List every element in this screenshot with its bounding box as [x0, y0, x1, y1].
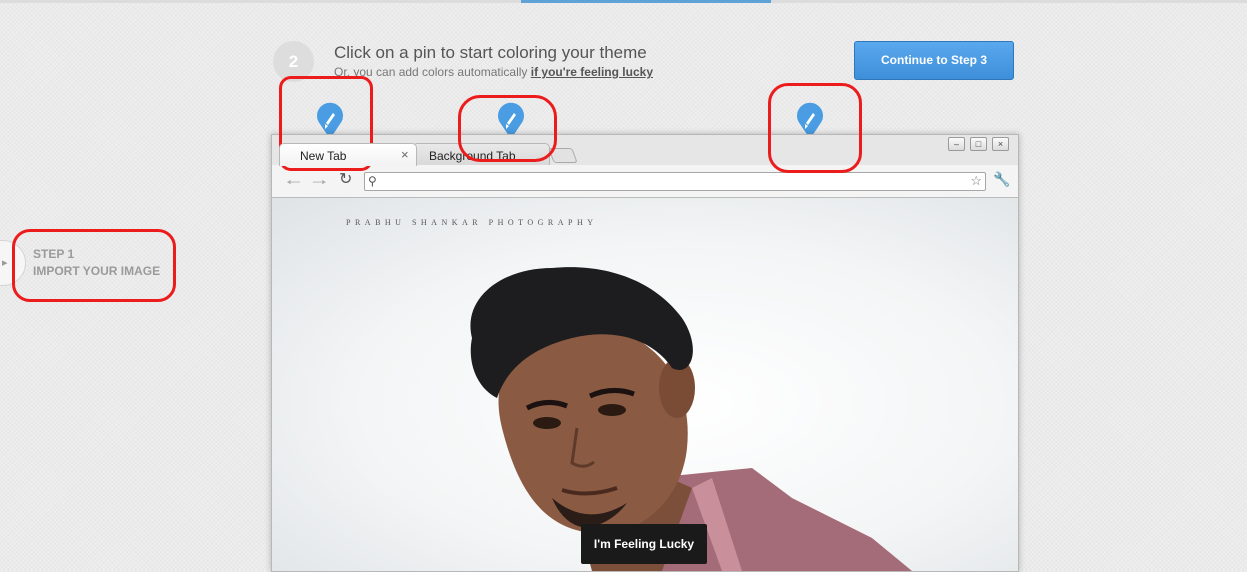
tab-close-icon[interactable]: × [401, 147, 409, 162]
browser-preview: – □ × New Tab × Background Tab 🠐 🠒 ↻ ⚲ ☆… [271, 134, 1019, 572]
forward-arrow-icon[interactable]: 🠒 [312, 170, 327, 199]
feeling-lucky-button[interactable]: I'm Feeling Lucky [581, 524, 707, 564]
minimize-icon[interactable]: – [948, 137, 965, 151]
step-1-label: STEP 1 [33, 247, 75, 261]
step-2-subtitle-text: Or, you can add colors automatically [334, 65, 531, 79]
continue-to-step-3-button[interactable]: Continue to Step 3 [854, 41, 1014, 80]
reload-icon[interactable]: ↻ [339, 169, 352, 189]
theme-background-image: PRABHU SHANKAR PHOTOGRAPHY [272, 198, 1018, 571]
close-icon[interactable]: × [992, 137, 1009, 151]
progress-accent-bar [521, 0, 771, 3]
portrait-photo [470, 267, 912, 571]
back-arrow-icon[interactable]: 🠐 [286, 170, 301, 199]
chevron-right-icon: ▸ [2, 257, 8, 269]
star-icon[interactable]: ☆ [970, 173, 982, 189]
address-bar[interactable]: ⚲ ☆ [364, 172, 986, 191]
new-tab-button[interactable] [548, 148, 578, 163]
browser-toolbar: 🠐 🠒 ↻ ⚲ ☆ 🔧 [272, 165, 1018, 198]
search-icon: ⚲ [368, 174, 377, 188]
tab-label: Background Tab [429, 149, 516, 163]
tab-label: New Tab [300, 149, 347, 163]
step-2-subtitle: Or, you can add colors automatically if … [334, 65, 653, 79]
maximize-icon[interactable]: □ [970, 137, 987, 151]
tab-new-tab[interactable]: New Tab × [279, 143, 417, 166]
tab-background-tab[interactable]: Background Tab [412, 143, 550, 166]
wrench-icon[interactable]: 🔧 [993, 171, 1010, 188]
step-2-number: 2 [273, 41, 314, 82]
feeling-lucky-link[interactable]: if you're feeling lucky [531, 65, 653, 79]
step-2-title: Click on a pin to start coloring your th… [334, 43, 647, 62]
step-1-description: IMPORT YOUR IMAGE [33, 264, 161, 278]
